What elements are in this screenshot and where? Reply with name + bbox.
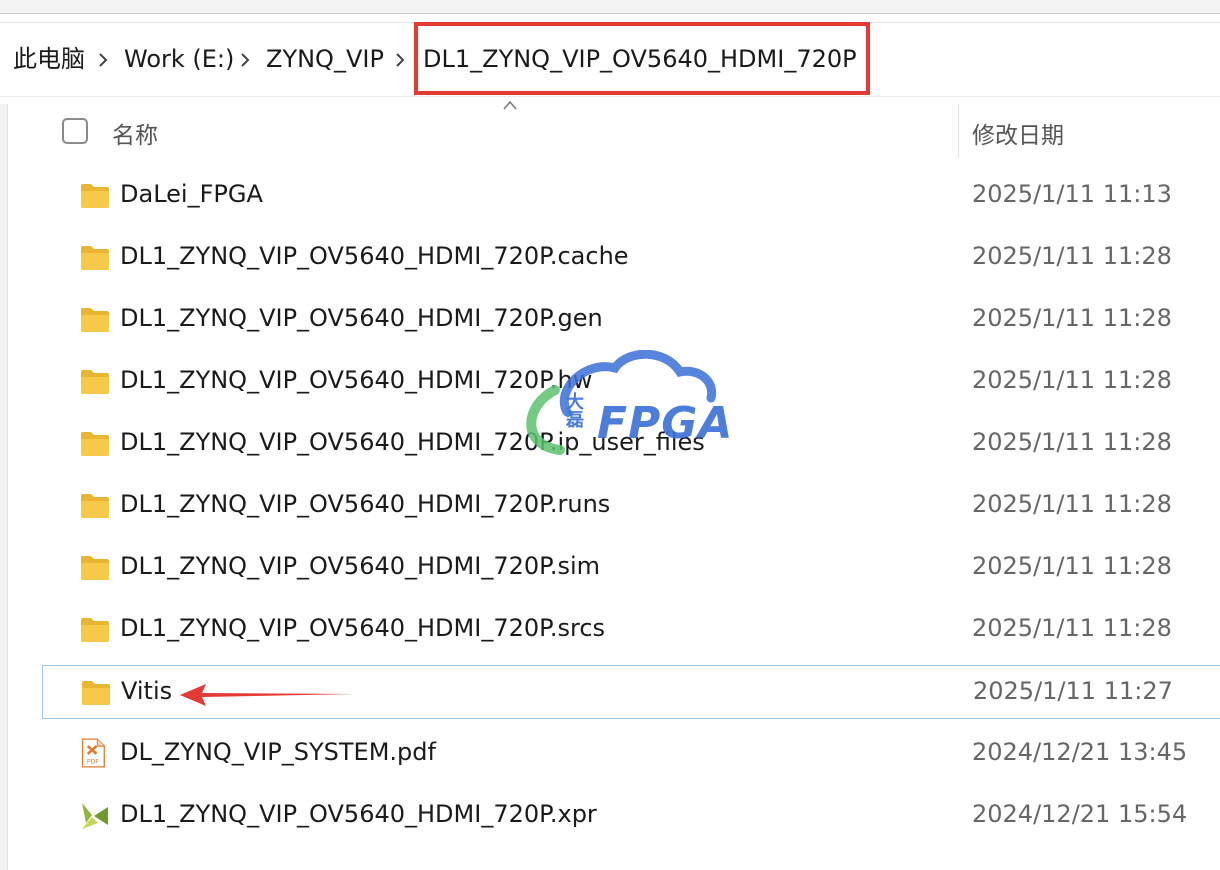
file-name[interactable]: DL1_ZYNQ_VIP_OV5640_HDMI_720P.gen [120,303,603,333]
file-name[interactable]: DL1_ZYNQ_VIP_OV5640_HDMI_720P.runs [120,489,610,519]
file-modified-date: 2025/1/11 11:28 [972,304,1172,332]
file-modified-date: 2025/1/11 11:27 [973,677,1173,705]
select-all-checkbox[interactable] [62,118,88,144]
window-top-strip [0,0,1220,14]
folder-icon [80,368,110,396]
file-modified-date: 2025/1/11 11:28 [972,614,1172,642]
chevron-right-icon[interactable] [240,44,250,67]
file-row[interactable]: DL1_ZYNQ_VIP_OV5640_HDMI_720P.ip_user_fi… [42,417,1220,471]
folder-icon [80,306,110,334]
breadcrumb-this-pc[interactable]: 此电脑 [13,44,85,74]
file-name[interactable]: DL1_ZYNQ_VIP_OV5640_HDMI_720P.ip_user_fi… [120,427,705,457]
file-modified-date: 2025/1/11 11:13 [972,180,1172,208]
pdf-file-icon: PDF [80,737,110,768]
file-row[interactable]: DL1_ZYNQ_VIP_OV5640_HDMI_720P.runs 2025/1… [42,479,1220,533]
file-name[interactable]: DaLei_FPGA [120,179,263,209]
file-modified-date: 2025/1/11 11:28 [972,490,1172,518]
chevron-right-icon[interactable] [395,44,405,67]
file-modified-date: 2025/1/11 11:28 [972,366,1172,394]
folder-icon [80,244,110,272]
breadcrumb-zynq-vip[interactable]: ZYNQ_VIP [266,44,384,74]
file-modified-date: 2025/1/11 11:28 [972,428,1172,456]
file-name[interactable]: Vitis [121,676,172,706]
file-row[interactable]: DL1_ZYNQ_VIP_OV5640_HDMI_720P.sim 2025/1/… [42,541,1220,595]
folder-icon [81,679,111,707]
file-row[interactable]: DL1_ZYNQ_VIP_OV5640_HDMI_720P.srcs 2025/1… [42,603,1220,657]
folder-icon [80,554,110,582]
column-name-header[interactable]: 名称 [112,116,158,150]
file-row[interactable]: DL1_ZYNQ_VIP_OV5640_HDMI_720P.xpr 2024/12… [42,789,1220,843]
file-modified-date: 2025/1/11 11:28 [972,242,1172,270]
file-name[interactable]: DL1_ZYNQ_VIP_OV5640_HDMI_720P.srcs [120,613,605,643]
file-row[interactable]: DL1_ZYNQ_VIP_OV5640_HDMI_720P.hw 2025/1/1… [42,355,1220,409]
column-date-header[interactable]: 修改日期 [972,116,1064,150]
vivado-project-icon [80,801,110,829]
file-modified-date: 2024/12/21 15:54 [972,800,1188,828]
file-row[interactable]: DL1_ZYNQ_VIP_OV5640_HDMI_720P.gen 2025/1/… [42,293,1220,347]
file-row[interactable]: DaLei_FPGA 2025/1/11 11:13 [42,169,1220,223]
red-highlight-box [414,22,870,95]
file-row[interactable]: PDF DL_ZYNQ_VIP_SYSTEM.pdf 2024/12/21 13:4… [42,727,1220,781]
red-arrow-annotation [180,684,355,706]
file-modified-date: 2024/12/21 13:45 [972,738,1188,766]
breadcrumb-work-drive[interactable]: Work (E:) [124,44,234,74]
navigation-pane-edge [0,104,8,870]
folder-icon [80,492,110,520]
sort-ascending-icon [503,100,517,110]
folder-icon [80,430,110,458]
file-name[interactable]: DL1_ZYNQ_VIP_OV5640_HDMI_720P.sim [120,551,600,581]
address-divider [0,96,1220,97]
column-resize-handle[interactable] [958,104,959,158]
file-name[interactable]: DL1_ZYNQ_VIP_OV5640_HDMI_720P.hw [120,365,592,395]
file-name[interactable]: DL1_ZYNQ_VIP_OV5640_HDMI_720P.xpr [120,799,597,829]
file-name[interactable]: DL_ZYNQ_VIP_SYSTEM.pdf [120,737,436,767]
folder-icon [80,616,110,644]
file-name[interactable]: DL1_ZYNQ_VIP_OV5640_HDMI_720P.cache [120,241,629,271]
folder-icon [80,182,110,210]
svg-text:PDF: PDF [87,758,99,765]
file-modified-date: 2025/1/11 11:28 [972,552,1172,580]
chevron-right-icon[interactable] [98,44,108,67]
file-row[interactable]: DL1_ZYNQ_VIP_OV5640_HDMI_720P.cache 2025/… [42,231,1220,285]
